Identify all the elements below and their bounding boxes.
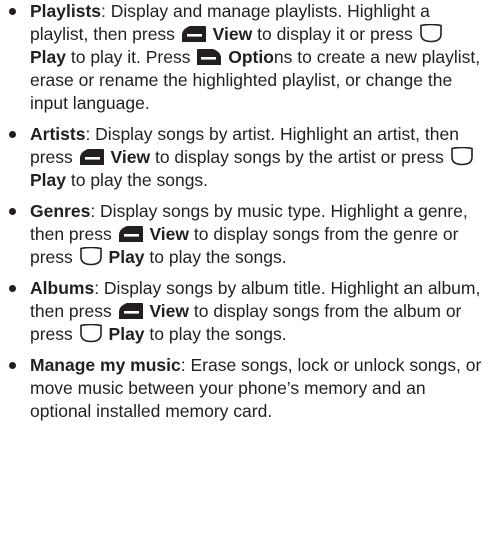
bullet [9,130,16,138]
item-title: Playlists [30,1,102,21]
manual-page: Playlists: Display and manage playlists.… [0,0,488,431]
bullet [9,7,16,15]
key-label: Play [30,170,66,190]
key-label: Play [108,247,145,267]
left-softkey-icon [118,225,144,243]
item-text: to display songs by the artist or press [150,147,449,167]
left-softkey-icon [118,302,144,320]
key-label: View [149,224,190,244]
list-item-playlists: Playlists: Display and manage playlists.… [0,0,488,115]
key-label: Play [108,324,145,344]
item-text: to play the songs. [144,324,287,344]
left-softkey-icon [79,148,105,166]
key-label: View [149,301,190,321]
center-key-icon [79,324,103,343]
key-label: View [110,147,151,167]
item-title: Albums [30,278,95,298]
center-key-icon [419,24,443,43]
item-title: Artists [30,124,86,144]
list-item-albums: Albums: Display songs by album title. Hi… [0,277,488,346]
right-softkey-icon [196,48,222,66]
center-key-icon [450,147,474,166]
item-text: to play it. Press [66,47,196,67]
item-text: to play the songs. [144,247,287,267]
center-key-icon [79,247,103,266]
list-item-manage-my-music: Manage my music: Erase songs, lock or un… [0,354,488,423]
item-title: Genres [30,201,91,221]
item-text: to display it or press [252,24,418,44]
left-softkey-icon [181,25,207,43]
bullet [9,207,16,215]
bullet [9,361,16,369]
bullet [9,284,16,292]
key-label: View [212,24,253,44]
key-label: Play [30,47,66,67]
item-title: Manage my music [30,355,181,375]
list-item-artists: Artists: Display songs by artist. Highli… [0,123,488,192]
list-item-genres: Genres: Display songs by music type. Hig… [0,200,488,269]
key-label: Optio [228,47,274,67]
item-text: to play the songs. [66,170,209,190]
